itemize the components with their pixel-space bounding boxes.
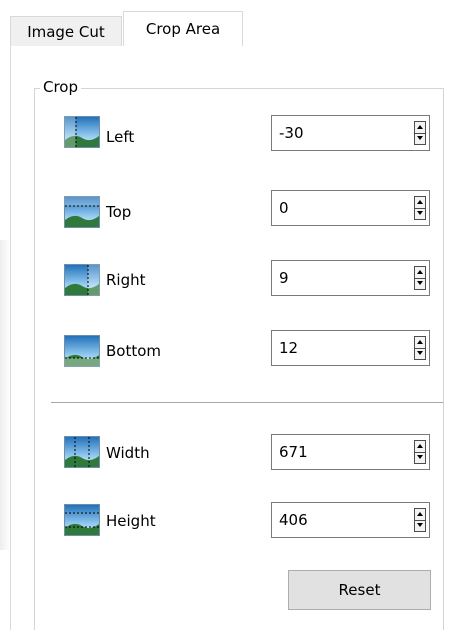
section-divider xyxy=(51,402,443,403)
width-value[interactable]: 671 xyxy=(279,442,308,462)
bottom-spin-buttons[interactable] xyxy=(414,336,426,360)
tab-image-cut-label: Image Cut xyxy=(27,23,105,41)
width-decrement-button[interactable] xyxy=(415,452,425,463)
left-spin-buttons[interactable] xyxy=(414,121,426,145)
height-value[interactable]: 406 xyxy=(279,510,308,530)
right-value[interactable]: 9 xyxy=(279,268,289,288)
left-decrement-button[interactable] xyxy=(415,133,425,144)
crop-top-icon xyxy=(64,196,100,228)
crop-right-icon xyxy=(64,264,100,296)
top-spinbox[interactable]: 0 xyxy=(271,190,430,226)
right-decrement-button[interactable] xyxy=(415,278,425,289)
left-label: Left xyxy=(106,128,135,146)
right-label: Right xyxy=(106,271,146,289)
width-spinbox[interactable]: 671 xyxy=(271,434,430,470)
tab-crop-area-label: Crop Area xyxy=(145,20,221,38)
width-icon xyxy=(64,436,100,468)
width-spin-buttons[interactable] xyxy=(414,440,426,464)
height-icon xyxy=(64,504,100,536)
right-spin-buttons[interactable] xyxy=(414,266,426,290)
height-spinbox[interactable]: 406 xyxy=(271,502,430,538)
bottom-spinbox[interactable]: 12 xyxy=(271,330,430,366)
crop-group-top-border xyxy=(90,88,444,89)
left-spinbox[interactable]: -30 xyxy=(271,115,430,151)
crop-bottom-icon xyxy=(64,335,100,367)
height-decrement-button[interactable] xyxy=(415,520,425,531)
bottom-decrement-button[interactable] xyxy=(415,348,425,359)
left-edge-shade xyxy=(0,240,10,550)
tab-image-cut[interactable]: Image Cut xyxy=(10,16,122,47)
crop-settings-window: Image Cut Crop Area Crop Left -30 Top 0 … xyxy=(0,0,462,630)
right-spinbox[interactable]: 9 xyxy=(271,260,430,296)
tab-strip: Image Cut Crop Area xyxy=(10,11,462,47)
crop-group-right-border xyxy=(443,88,444,630)
height-label: Height xyxy=(106,512,156,530)
bottom-value[interactable]: 12 xyxy=(279,338,298,358)
top-decrement-button[interactable] xyxy=(415,208,425,219)
width-label: Width xyxy=(106,444,150,462)
tab-crop-area[interactable]: Crop Area xyxy=(123,11,243,46)
top-label: Top xyxy=(106,203,132,221)
reset-button[interactable]: Reset xyxy=(288,570,431,610)
top-value[interactable]: 0 xyxy=(279,198,289,218)
crop-group-title: Crop xyxy=(40,76,82,98)
crop-left-icon xyxy=(64,116,100,148)
height-spin-buttons[interactable] xyxy=(414,508,426,532)
bottom-label: Bottom xyxy=(106,342,162,360)
left-value[interactable]: -30 xyxy=(279,123,304,143)
top-spin-buttons[interactable] xyxy=(414,196,426,220)
